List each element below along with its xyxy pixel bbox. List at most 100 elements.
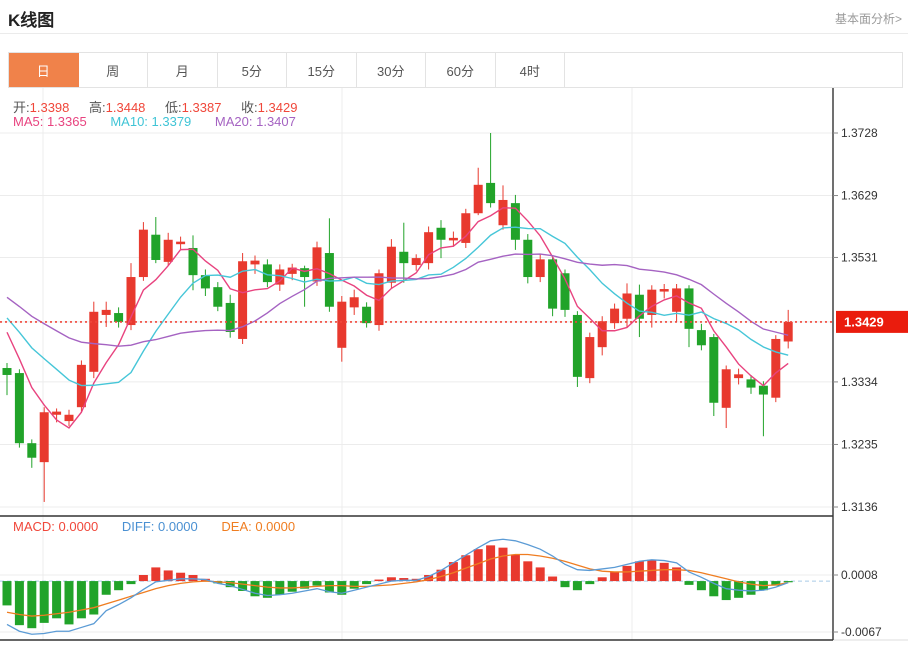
macd-bar (139, 575, 148, 581)
macd-bar (3, 581, 12, 605)
macd-bar (77, 581, 86, 618)
tab-day[interactable]: 日 (9, 53, 79, 87)
macd-bar (536, 567, 545, 581)
candle (771, 339, 780, 398)
ma10-line (7, 227, 788, 385)
candle (536, 259, 545, 277)
chart-area: 1.37281.36291.35311.33341.32351.31360.00… (0, 88, 908, 646)
page-header: K线图 基本面分析> (0, 0, 908, 34)
candle (15, 373, 24, 443)
candle (747, 379, 756, 387)
macd-bar (102, 581, 111, 595)
candle (523, 240, 532, 277)
tab-30min[interactable]: 30分 (357, 53, 427, 87)
candle (300, 268, 309, 277)
macd-bar (685, 581, 694, 585)
macd-bar (573, 581, 582, 590)
y-axis-labels: 1.37281.36291.35311.33341.32351.31360.00… (833, 126, 882, 639)
macd-bar (722, 581, 731, 600)
candle (325, 253, 334, 307)
macd-bar (660, 563, 669, 581)
tab-month[interactable]: 月 (148, 53, 218, 87)
candle (251, 261, 260, 265)
candle (52, 412, 61, 415)
candle (709, 337, 718, 403)
macd-bar (15, 581, 24, 625)
macd-bar (697, 581, 706, 590)
candle (734, 374, 743, 378)
macd-bar (313, 581, 322, 586)
candles (3, 133, 793, 502)
y-axis-label: 1.3136 (841, 500, 878, 514)
y-axis-label: -0.0067 (841, 625, 882, 639)
candle (610, 309, 619, 324)
candle (313, 247, 322, 281)
candle (114, 313, 123, 322)
macd-bar (114, 581, 123, 590)
candle (89, 312, 98, 372)
candle (139, 230, 148, 277)
candle (412, 258, 421, 265)
macd-bar (375, 580, 384, 582)
macd-bar (151, 567, 160, 581)
candle (573, 315, 582, 377)
svg-text:1.3429: 1.3429 (844, 314, 884, 329)
macd-bar (523, 561, 532, 581)
macd-bar (585, 581, 594, 584)
macd-bar (27, 581, 36, 628)
macd-bar (784, 581, 793, 582)
macd-bar (548, 577, 557, 582)
candle (226, 303, 235, 332)
candle (40, 412, 49, 462)
tab-5min[interactable]: 5分 (218, 53, 288, 87)
diff-line (7, 539, 788, 634)
macd-bar (486, 545, 495, 581)
candle (697, 330, 706, 345)
candle (3, 368, 12, 375)
candle (362, 307, 371, 323)
macd-bar (499, 548, 508, 581)
candle (437, 228, 446, 240)
current-price-badge: 1.3429 (836, 311, 908, 333)
macd-histogram (3, 545, 793, 628)
candle (449, 238, 458, 241)
macd-bar (362, 581, 371, 584)
macd-bar (610, 572, 619, 581)
macd-bar (189, 575, 198, 581)
y-axis-label: 1.3531 (841, 250, 878, 264)
y-axis-label: 1.3235 (841, 437, 878, 451)
candle (350, 297, 359, 307)
ma5-line (7, 208, 788, 428)
candle (176, 242, 185, 245)
tab-15min[interactable]: 15分 (287, 53, 357, 87)
y-axis-label: 0.0008 (841, 568, 878, 582)
fundamental-analysis-link[interactable]: 基本面分析> (835, 10, 902, 27)
gridlines (0, 88, 833, 640)
macd-bar (288, 581, 297, 592)
page-title: K线图 (8, 6, 54, 31)
candle (784, 322, 793, 342)
candle (486, 183, 495, 203)
candle (474, 185, 483, 213)
period-tabs: 日 周 月 5分 15分 30分 60分 4时 (8, 52, 903, 88)
kline-chart[interactable]: 1.37281.36291.35311.33341.32351.31360.00… (0, 88, 908, 646)
tab-4h[interactable]: 4时 (496, 53, 566, 87)
macd-bar (350, 581, 359, 589)
candle (685, 288, 694, 328)
macd-bar (65, 581, 74, 624)
y-axis-label: 1.3334 (841, 375, 878, 389)
candle (213, 287, 222, 307)
macd-bar (40, 581, 49, 623)
macd-bar (511, 554, 520, 581)
candle (151, 235, 160, 260)
tab-week[interactable]: 周 (79, 53, 149, 87)
candle (598, 321, 607, 347)
tab-60min[interactable]: 60分 (426, 53, 496, 87)
candle (164, 240, 173, 262)
candle (722, 369, 731, 408)
candle (337, 302, 346, 348)
candle (647, 290, 656, 315)
candle (102, 310, 111, 315)
candle (672, 288, 681, 311)
candle (585, 337, 594, 378)
